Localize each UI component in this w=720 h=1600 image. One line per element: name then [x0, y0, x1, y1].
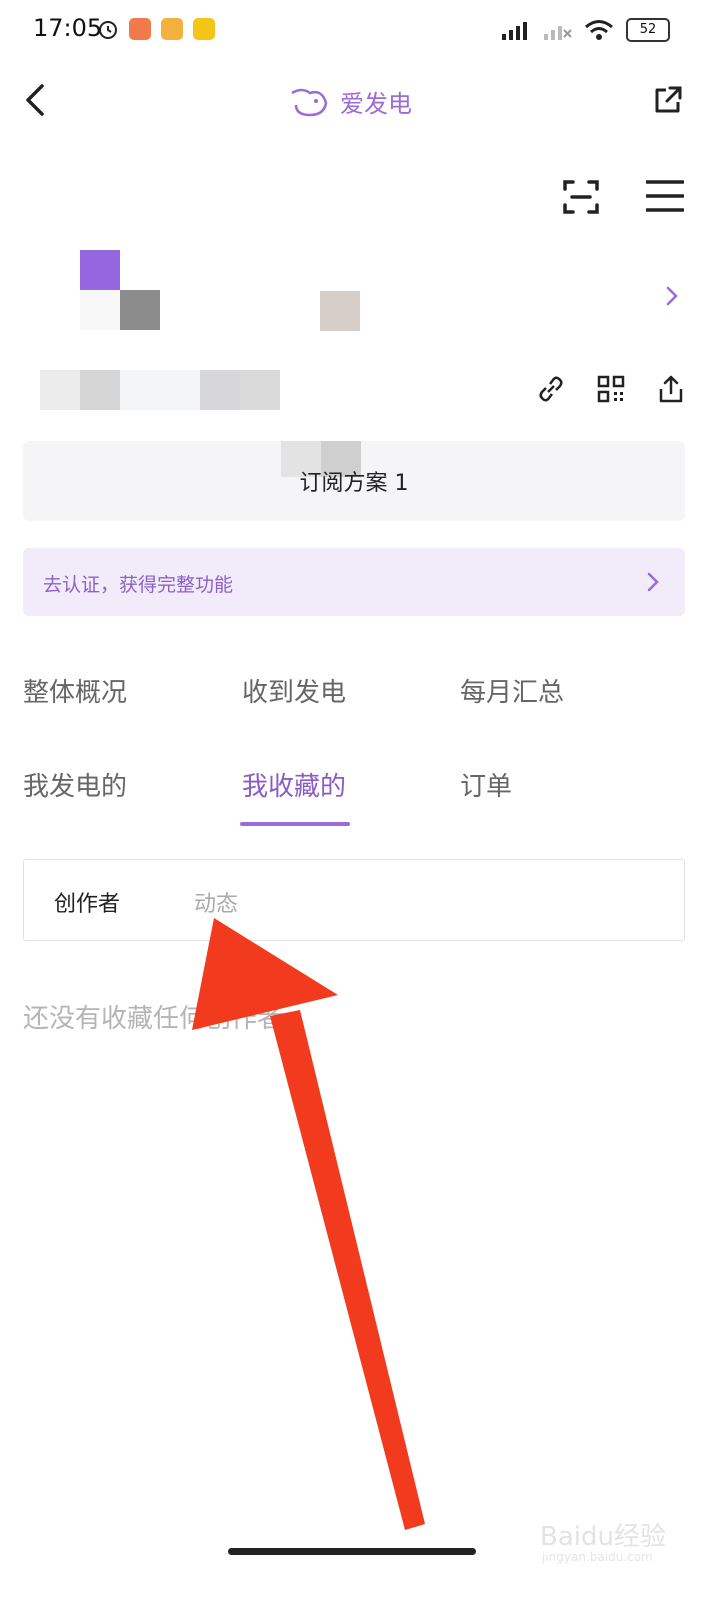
subscription-plan-card[interactable]: 订阅方案 1 [23, 441, 685, 521]
qr-code-icon[interactable] [596, 374, 626, 404]
watermark-url: jingyan.baidu.com [542, 1550, 653, 1564]
empty-state-text: 还没有收藏任何创作者 [23, 1004, 284, 1034]
username-redacted [320, 291, 360, 331]
external-link-icon[interactable] [652, 84, 684, 116]
alarm-icon [99, 21, 117, 39]
app-icon [193, 18, 215, 40]
nav-my-favorites[interactable]: 我收藏的 [242, 766, 346, 803]
avatar-pixel [80, 250, 120, 290]
plan-label: 订阅方案 1 [299, 471, 409, 496]
status-left-icons [97, 18, 215, 40]
chevron-right-icon [647, 572, 659, 592]
hd-signal-icon [502, 22, 527, 40]
menu-icon[interactable] [646, 178, 684, 214]
weibo-icon [161, 18, 183, 40]
nav-orders[interactable]: 订单 [460, 766, 512, 803]
link-icon[interactable] [536, 374, 566, 404]
nav-monthly-summary[interactable]: 每月汇总 [460, 672, 564, 709]
battery-indicator: 52 [626, 18, 670, 42]
avatar-pixel [120, 250, 160, 290]
nav-my-sponsored[interactable]: 我发电的 [23, 766, 127, 803]
status-right-icons: 52 [500, 18, 670, 42]
status-bar: 17:05 52 [0, 0, 720, 62]
wifi-icon [585, 20, 613, 40]
active-tab-indicator [240, 822, 350, 826]
tab-creator[interactable]: 创作者 [54, 886, 120, 918]
share-icon[interactable] [656, 374, 686, 404]
app-notification-icon [129, 18, 151, 40]
nav-overview[interactable]: 整体概况 [23, 672, 127, 709]
top-bar: 爱发电 [0, 66, 720, 136]
chevron-right-icon[interactable] [660, 282, 684, 310]
tab-feed[interactable]: 动态 [194, 886, 238, 918]
brand-logo: 爱发电 [288, 84, 412, 119]
app-screen: 17:05 52 爱发电 订阅方案 1 去认证，获得完整功能 整体概况 收到发电… [0, 0, 720, 1600]
home-indicator[interactable] [228, 1548, 476, 1555]
status-time: 17:05 [33, 14, 103, 42]
back-icon[interactable] [20, 82, 50, 118]
favorites-subtabs: 创作者 动态 [23, 859, 685, 941]
avatar-pixel [80, 290, 120, 330]
profile-actions [536, 374, 686, 404]
page-title: 爱发电 [340, 90, 412, 118]
scan-icon[interactable] [563, 179, 599, 215]
brand-icon [291, 88, 328, 116]
nav-received[interactable]: 收到发电 [242, 672, 346, 709]
avatar-pixel [120, 290, 160, 330]
avatar[interactable] [80, 250, 160, 330]
signal-off-icon [544, 26, 572, 40]
watermark: Baidu经验 [540, 1522, 666, 1552]
verify-text: 去认证，获得完整功能 [43, 574, 234, 596]
profile-link-redacted [40, 370, 280, 410]
verify-banner[interactable]: 去认证，获得完整功能 [23, 548, 685, 616]
